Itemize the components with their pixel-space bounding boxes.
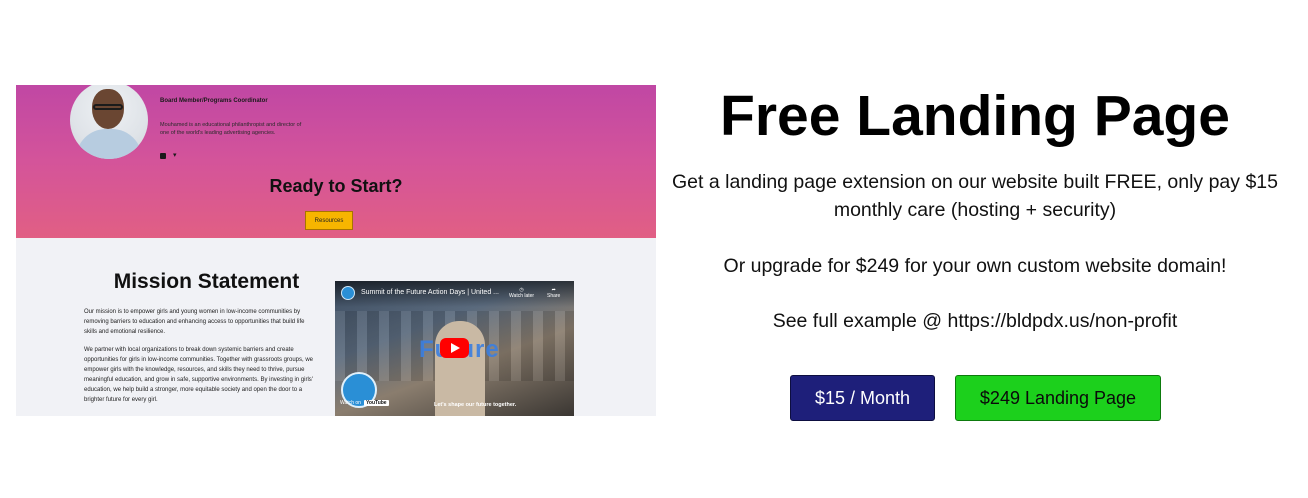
landing-page-plan-button[interactable]: $249 Landing Page	[955, 375, 1161, 421]
watch-later-label: Watch later	[509, 293, 535, 299]
monthly-plan-button[interactable]: $15 / Month	[790, 375, 935, 421]
mission-paragraph-1: Our mission is to empower girls and youn…	[84, 309, 305, 335]
hero-section: Board Member/Programs Coordinator Mouham…	[16, 85, 656, 238]
watch-on-youtube[interactable]: Watch on YouTube	[340, 400, 389, 406]
website-preview: Board Member/Programs Coordinator Mouham…	[16, 85, 656, 416]
member-role: Board Member/Programs Coordinator	[160, 98, 268, 104]
youtube-logo: YouTube	[363, 400, 389, 406]
ready-heading: Ready to Start?	[269, 176, 403, 196]
video-caption: Let's shape our future together.	[434, 402, 517, 408]
play-button-icon[interactable]	[440, 338, 469, 358]
offer-description: Get a landing page extension on our webs…	[672, 171, 1278, 221]
watch-on-label: Watch on	[340, 400, 361, 406]
linkedin-icon[interactable]	[160, 153, 166, 159]
avatar-shirt	[76, 129, 142, 159]
twitter-icon[interactable]: ▾	[173, 152, 179, 159]
video-title[interactable]: Summit of the Future Action Days | Unite…	[361, 289, 499, 296]
avatar	[70, 85, 148, 159]
mission-paragraph-2: We partner with local organizations to b…	[84, 347, 313, 403]
member-bio: Mouhamed is an educational philanthropis…	[160, 122, 302, 136]
un-logo-icon[interactable]	[341, 286, 355, 300]
share-label: Share	[547, 293, 561, 299]
example-link-text: See full example @ https://bldpdx.us/non…	[772, 310, 1178, 332]
page-title: Free Landing Page	[720, 84, 1230, 148]
resources-button[interactable]: Resources	[305, 211, 353, 230]
video-embed[interactable]: Future Summit of the Future Action Days …	[335, 281, 574, 416]
avatar-glasses	[93, 104, 123, 110]
share-button[interactable]: ➦ Share	[547, 287, 560, 299]
watch-later-button[interactable]: ◷ Watch later	[509, 287, 534, 299]
upgrade-description: Or upgrade for $249 for your own custom …	[723, 255, 1227, 277]
mission-title: Mission Statement	[113, 270, 300, 293]
social-links: ▾	[160, 152, 179, 159]
